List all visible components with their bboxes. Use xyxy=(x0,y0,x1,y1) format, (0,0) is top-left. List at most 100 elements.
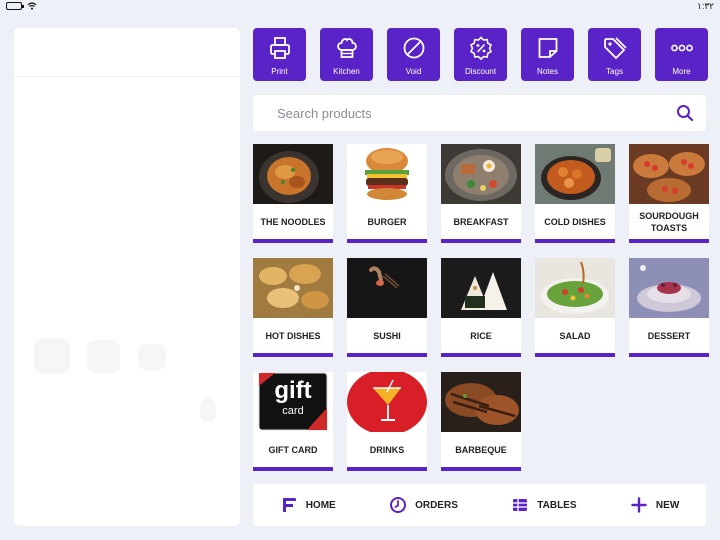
nav-new-label: NEW xyxy=(655,499,680,511)
category-name: BARBEQUE xyxy=(455,444,507,455)
category-tile-hot-dishes[interactable]: HOT DISHES xyxy=(253,258,333,357)
notes-label: Notes xyxy=(537,67,558,76)
salad-image xyxy=(535,258,615,318)
category-accent-bar xyxy=(347,239,427,243)
breakfast-image xyxy=(441,144,521,204)
category-accent-bar xyxy=(441,467,521,471)
category-name: SOURDOUGH TOASTS xyxy=(639,210,699,233)
category-name: SUSHI xyxy=(373,330,401,341)
void-button[interactable]: Void xyxy=(387,28,440,81)
wifi-icon xyxy=(27,2,37,10)
category-accent-bar xyxy=(347,467,427,471)
more-button[interactable]: More xyxy=(655,28,708,81)
more-label: More xyxy=(672,67,691,76)
hot-dishes-image xyxy=(253,258,333,318)
rice-image xyxy=(441,258,521,318)
nav-orders-label: ORDERS xyxy=(415,499,458,511)
placeholder-shape xyxy=(138,344,166,370)
category-accent-bar xyxy=(535,239,615,243)
battery-icon xyxy=(6,2,24,10)
tag-icon xyxy=(603,37,627,60)
category-name: SALAD xyxy=(559,330,591,341)
category-accent-bar xyxy=(629,239,709,243)
category-name: THE NOODLES xyxy=(260,216,326,227)
nav-tables-label: TABLES xyxy=(537,499,577,511)
category-accent-bar xyxy=(441,239,521,243)
print-label: Print xyxy=(271,67,288,76)
placeholder-shape xyxy=(87,340,120,373)
nav-home[interactable]: HOME xyxy=(280,496,336,514)
discount-icon xyxy=(469,36,492,61)
order-panel-header xyxy=(14,28,240,77)
category-name: GIFT CARD xyxy=(268,444,318,455)
nav-home-label: HOME xyxy=(305,499,336,511)
category-accent-bar xyxy=(253,467,333,471)
category-name: COLD DISHES xyxy=(544,216,606,227)
action-toolbar: Print Kitchen Void Discount Notes Tags M… xyxy=(253,28,708,81)
gift-card-text-line2: card xyxy=(282,405,304,417)
product-search xyxy=(253,95,706,131)
category-accent-bar xyxy=(253,353,333,357)
category-name: DESSERT xyxy=(647,330,691,341)
order-panel xyxy=(14,28,240,526)
barbeque-image xyxy=(441,372,521,432)
nav-new[interactable]: NEW xyxy=(630,496,679,514)
category-name: BREAKFAST xyxy=(453,216,509,227)
printer-icon xyxy=(269,37,290,59)
category-tile-rice[interactable]: RICE xyxy=(441,258,521,357)
category-accent-bar xyxy=(535,353,615,357)
gift-card-text-line1: gift xyxy=(274,377,312,404)
notes-button[interactable]: Notes xyxy=(521,28,574,81)
clock-time: ١:٣٢ xyxy=(696,1,714,11)
category-accent-bar xyxy=(441,353,521,357)
category-tile-cold-dishes[interactable]: COLD DISHES xyxy=(535,144,615,243)
bottom-navigation: HOME ORDERS TABLES NEW xyxy=(253,484,706,526)
tags-button[interactable]: Tags xyxy=(588,28,641,81)
category-tile-noodles[interactable]: THE NOODLES xyxy=(253,144,333,243)
plus-icon xyxy=(631,497,647,513)
placeholder-shape xyxy=(200,398,216,422)
sushi-image xyxy=(347,258,427,318)
dessert-image xyxy=(629,258,709,318)
category-tile-burger[interactable]: BURGER xyxy=(347,144,427,243)
nav-tables[interactable]: TABLES xyxy=(511,496,577,514)
category-tile-gift-card[interactable]: gift card GIFT CARD xyxy=(253,372,333,471)
search-icon[interactable] xyxy=(676,104,694,122)
category-tile-sushi[interactable]: SUSHI xyxy=(347,258,427,357)
category-name: HOT DISHES xyxy=(265,330,321,341)
void-label: Void xyxy=(405,67,422,76)
category-grid: THE NOODLES BURGER BREAKFAST COLD DISHES… xyxy=(253,144,709,471)
category-name: RICE xyxy=(470,330,492,341)
category-tile-salad[interactable]: SALAD xyxy=(535,258,615,357)
category-tile-sourdough-toasts[interactable]: SOURDOUGH TOASTS xyxy=(629,144,709,243)
category-name: DRINKS xyxy=(369,444,405,455)
placeholder-shape xyxy=(34,338,70,374)
chef-hat-icon xyxy=(336,38,357,58)
category-name: BURGER xyxy=(367,216,407,227)
void-icon xyxy=(403,37,424,59)
gift-card-image: gift card xyxy=(253,372,333,432)
logo-icon xyxy=(282,498,296,512)
tags-label: Tags xyxy=(606,67,623,76)
search-input[interactable] xyxy=(277,105,676,121)
kitchen-label: Kitchen xyxy=(333,67,360,76)
tables-icon xyxy=(513,499,528,511)
category-tile-barbeque[interactable]: BARBEQUE xyxy=(441,372,521,471)
cold-dishes-image xyxy=(535,144,615,204)
category-tile-drinks[interactable]: DRINKS xyxy=(347,372,427,471)
nav-orders[interactable]: ORDERS xyxy=(389,496,458,514)
category-tile-breakfast[interactable]: BREAKFAST xyxy=(441,144,521,243)
category-accent-bar xyxy=(347,353,427,357)
note-icon xyxy=(538,38,557,58)
clock-icon xyxy=(390,497,407,513)
category-tile-dessert[interactable]: DESSERT xyxy=(629,258,709,357)
category-accent-bar xyxy=(253,239,333,243)
more-icon xyxy=(670,44,693,52)
kitchen-button[interactable]: Kitchen xyxy=(320,28,373,81)
discount-label: Discount xyxy=(464,67,497,76)
discount-button[interactable]: Discount xyxy=(454,28,507,81)
status-bar: ١:٣٢ xyxy=(0,0,720,14)
sourdough-toast-image xyxy=(629,144,709,204)
noodles-image xyxy=(253,144,333,204)
print-button[interactable]: Print xyxy=(253,28,306,81)
